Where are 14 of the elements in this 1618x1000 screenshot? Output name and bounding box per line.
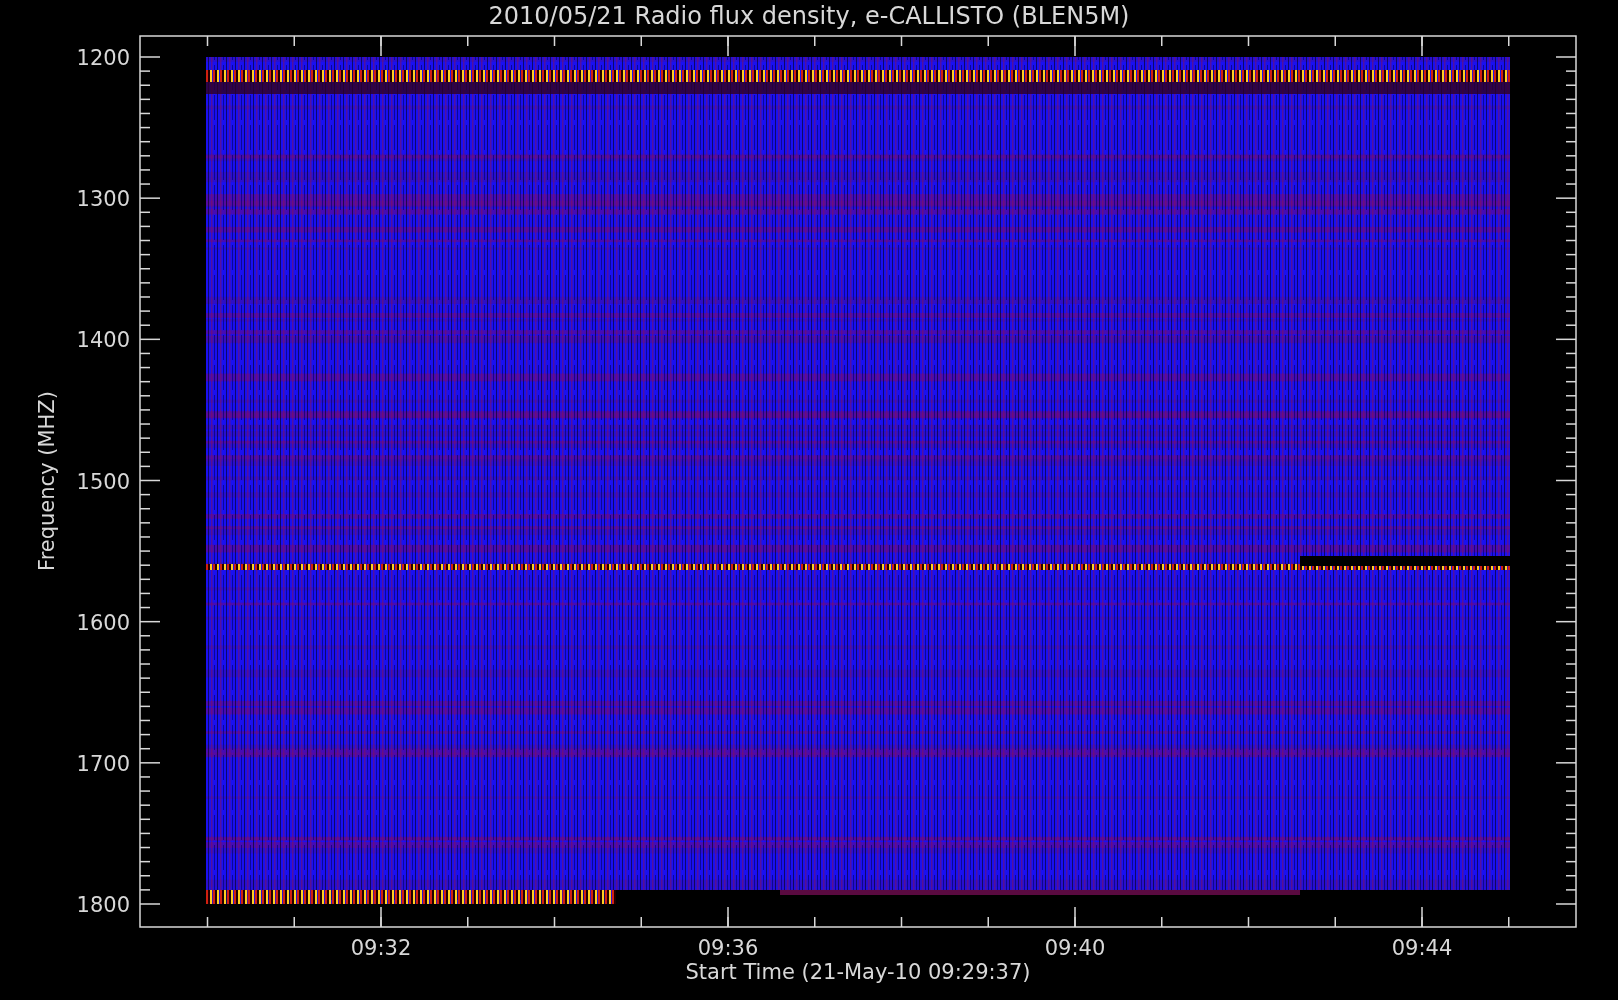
chart-title: 2010/05/21 Radio flux density, e-CALLISTO (BLEN5M) — [488, 2, 1130, 30]
y-tick-label: 1500 — [76, 469, 130, 494]
x-tick-label: 09:44 — [1391, 936, 1453, 960]
y-tick-label: 1600 — [76, 610, 130, 635]
y-tick-label: 1700 — [76, 751, 130, 776]
x-tick-label: 09:40 — [1044, 936, 1106, 960]
y-axis-label: Frequency (MHZ) — [35, 391, 59, 571]
y-tick-label: 1400 — [76, 328, 130, 353]
y-tick-label: 1200 — [76, 46, 130, 70]
x-axis-label: Start Time (21-May-10 09:29:37) — [685, 960, 1031, 984]
y-tick-label: 1300 — [76, 187, 130, 212]
x-tick-label: 09:32 — [350, 936, 412, 960]
y-tick-label: 1800 — [76, 893, 130, 917]
x-tick-label: 09:36 — [697, 936, 759, 960]
